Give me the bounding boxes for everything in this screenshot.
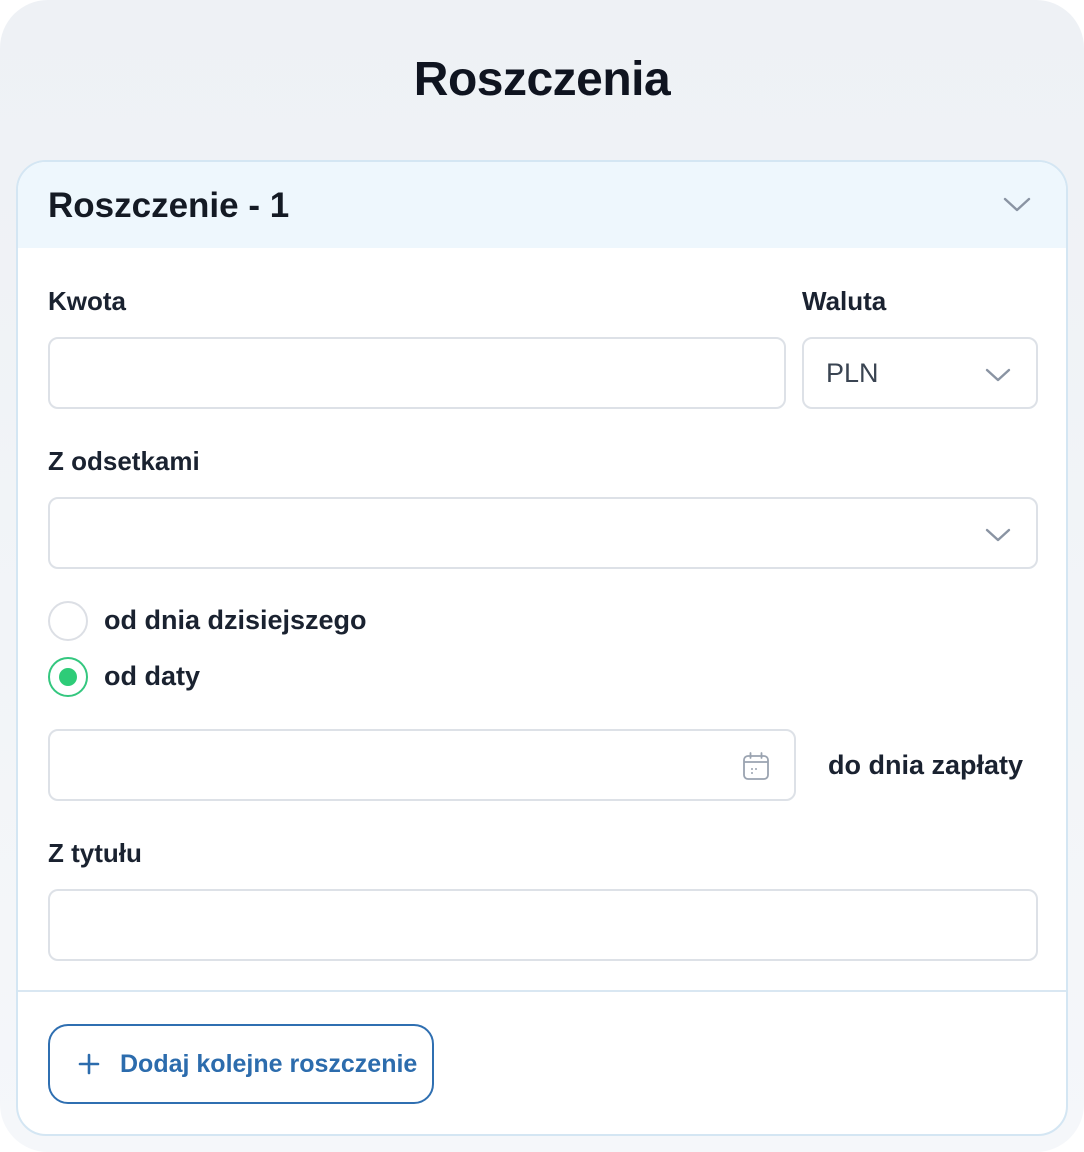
currency-label: Waluta bbox=[802, 286, 887, 316]
page-title: Roszczenia bbox=[413, 53, 671, 106]
app-frame: Roszczenia Roszczenie - 1 Kwota Waluta P… bbox=[0, 0, 1084, 1152]
radio-from-today[interactable]: od dnia dzisiejszego bbox=[48, 601, 448, 641]
radio-from-date[interactable]: od daty bbox=[48, 657, 288, 697]
divider bbox=[18, 990, 1066, 992]
radio-label: od daty bbox=[104, 661, 201, 691]
claim-card: Roszczenie - 1 Kwota Waluta PLN Z odsetk… bbox=[16, 160, 1068, 1136]
claim-title: Roszczenie - 1 bbox=[48, 186, 290, 225]
radio-dot bbox=[59, 668, 77, 686]
title-input[interactable] bbox=[48, 889, 1038, 961]
calendar-icon[interactable] bbox=[742, 751, 770, 781]
amount-label: Kwota bbox=[48, 286, 126, 316]
until-payment-label: do dnia zapłaty bbox=[828, 750, 1024, 780]
radio-button[interactable] bbox=[48, 601, 88, 641]
plus-icon bbox=[78, 1053, 100, 1075]
currency-value: PLN bbox=[826, 358, 879, 388]
currency-select[interactable]: PLN bbox=[802, 337, 1038, 409]
chevron-down-icon bbox=[985, 528, 1011, 542]
interest-label: Z odsetkami bbox=[48, 446, 200, 476]
add-claim-button[interactable]: Dodaj kolejne roszczenie bbox=[48, 1024, 434, 1104]
claim-card-header[interactable]: Roszczenie - 1 bbox=[18, 162, 1066, 248]
title-field-label: Z tytułu bbox=[48, 838, 142, 868]
add-claim-label: Dodaj kolejne roszczenie bbox=[120, 1050, 418, 1078]
radio-label: od dnia dzisiejszego bbox=[104, 605, 367, 635]
amount-input[interactable] bbox=[48, 337, 786, 409]
radio-button-checked[interactable] bbox=[48, 657, 88, 697]
interest-select[interactable] bbox=[48, 497, 1038, 569]
chevron-up-icon[interactable] bbox=[1002, 194, 1032, 214]
chevron-down-icon bbox=[985, 368, 1011, 382]
date-input[interactable] bbox=[48, 729, 796, 801]
